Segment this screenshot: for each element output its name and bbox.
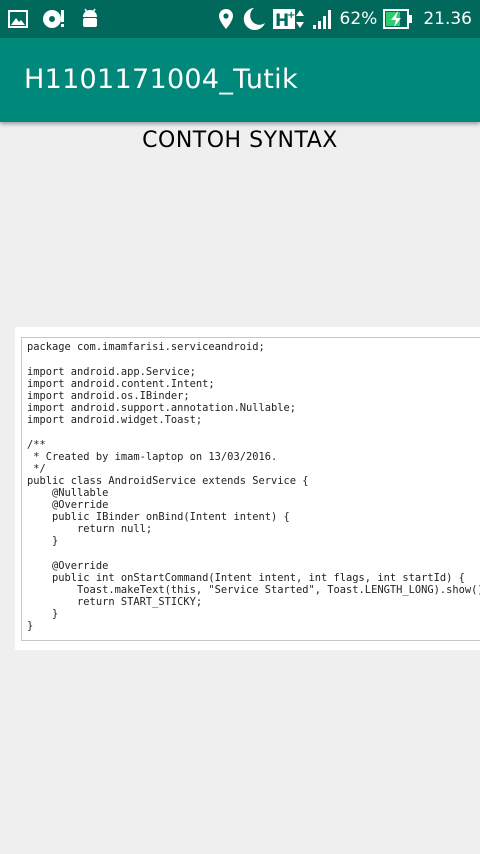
code-line: /**	[27, 439, 46, 451]
battery-charging-icon	[383, 8, 413, 30]
clock: 21.36	[423, 9, 472, 29]
code-line: */	[27, 463, 46, 475]
code-line: @Override	[27, 499, 109, 511]
code-line: package com.imamfarisi.serviceandroid;	[27, 341, 265, 353]
app-title: H1101171004_Tutik	[24, 64, 298, 95]
code-line: }	[27, 608, 59, 620]
signal-icon	[312, 8, 334, 30]
code-line: Toast.makeText(this, "Service Started", …	[27, 584, 480, 596]
code-image: package com.imamfarisi.serviceandroid; i…	[15, 327, 480, 650]
system-status-icons: H + 62% 21.36	[212, 6, 472, 32]
status-bar: H + 62% 21.36	[0, 0, 480, 38]
android-icon	[80, 8, 100, 30]
code-line: }	[27, 620, 34, 632]
code-line: @Override	[27, 560, 109, 572]
code-line: public IBinder onBind(Intent intent) {	[27, 511, 290, 523]
code-line: import android.content.Intent;	[27, 378, 215, 390]
moon-icon	[240, 7, 266, 31]
page-heading: CONTOH SYNTAX	[142, 128, 338, 153]
code-snippet: package com.imamfarisi.serviceandroid; i…	[21, 337, 480, 641]
code-line: return START_STICKY;	[27, 596, 203, 608]
hplus-data-icon: H +	[272, 7, 306, 31]
code-line: import android.os.IBinder;	[27, 390, 190, 402]
code-line: import android.widget.Toast;	[27, 414, 203, 426]
notification-icons	[8, 6, 114, 32]
image-icon	[8, 10, 28, 28]
code-line: public class AndroidService extends Serv…	[27, 475, 309, 487]
svg-text:+: +	[287, 10, 295, 21]
location-icon	[218, 8, 234, 30]
storage-alert-icon	[42, 8, 66, 30]
code-line: public int onStartCommand(Intent intent,…	[27, 572, 465, 584]
code-line: @Nullable	[27, 487, 109, 499]
code-line: * Created by imam-laptop on 13/03/2016.	[27, 451, 278, 463]
code-line: import android.support.annotation.Nullab…	[27, 402, 296, 414]
code-line: import android.app.Service;	[27, 366, 196, 378]
code-line: }	[27, 535, 59, 547]
code-line: return null;	[27, 523, 153, 535]
battery-percentage: 62%	[339, 9, 378, 29]
app-bar: H1101171004_Tutik	[0, 38, 480, 122]
